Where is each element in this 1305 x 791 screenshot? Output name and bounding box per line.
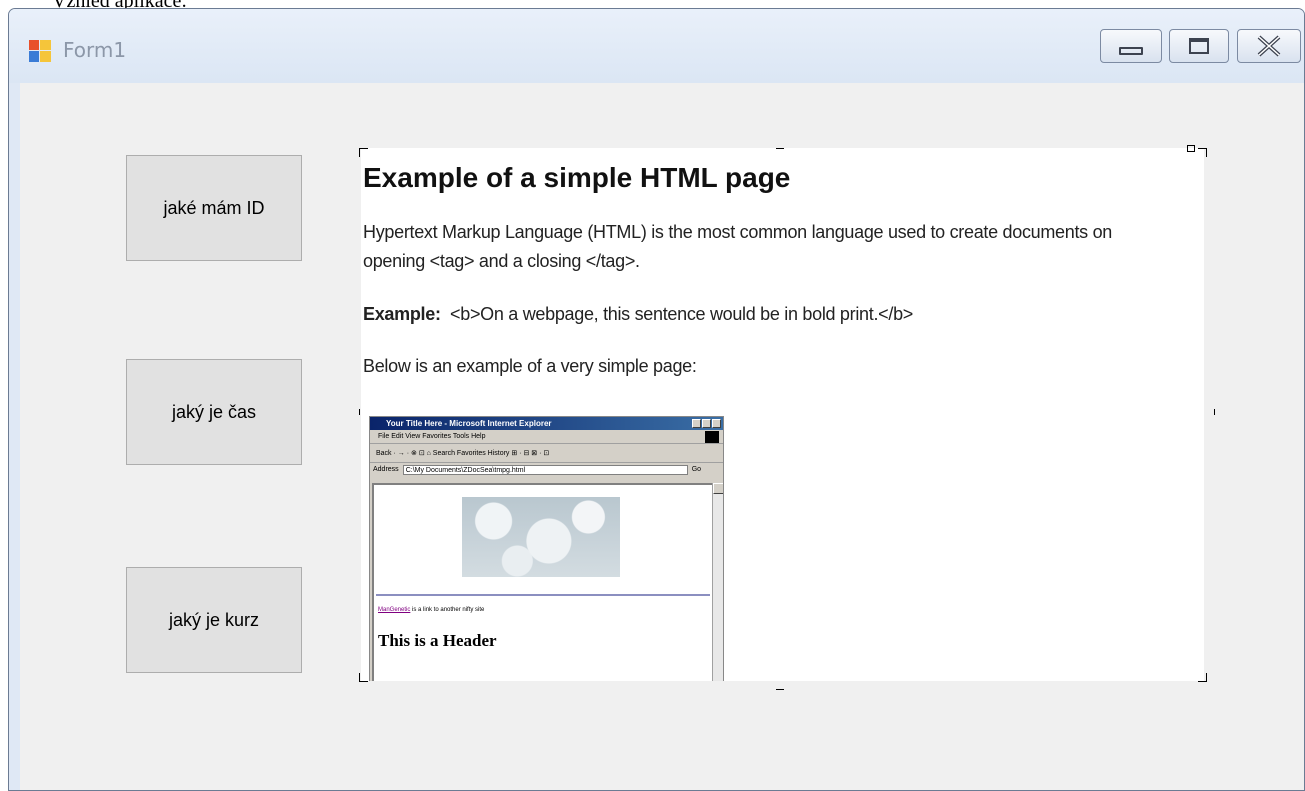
picture-paragraph-line1: Hypertext Markup Language (HTML) is the … [363, 222, 1112, 242]
example-text: <b>On a webpage, this sentence would be … [450, 304, 913, 324]
title-bar[interactable]: Form1 [9, 9, 1304, 83]
id-button[interactable]: jaké mám ID [126, 155, 302, 261]
selection-handle-top[interactable] [776, 148, 784, 157]
ie-address-label: Address [373, 466, 399, 473]
picture-example-line: Example: <b>On a webpage, this sentence … [363, 304, 913, 325]
ie-menu-text: File Edit View Favorites Tools Help [378, 433, 486, 440]
selection-handle-bottom-left[interactable] [359, 673, 368, 682]
ie-scroll-up-arrow-icon [713, 483, 723, 494]
ie-toolbar: Back · → · ⊗ ⊡ ⌂ Search Favorites Histor… [370, 444, 723, 463]
ie-scrollbar [712, 483, 723, 681]
clouds-image [462, 497, 620, 577]
close-button[interactable] [1237, 29, 1301, 63]
rate-button[interactable]: jaký je kurz [126, 567, 302, 673]
picture-box[interactable]: Example of a simple HTML page Hypertext … [361, 148, 1204, 681]
selection-handle-bottom[interactable] [776, 681, 784, 690]
windows-form-icon [29, 40, 51, 62]
ie-title-bar: Your Title Here - Microsoft Internet Exp… [370, 417, 723, 430]
minimize-button[interactable] [1100, 29, 1162, 63]
picture-heading: Example of a simple HTML page [363, 162, 791, 193]
ie-link-line: ManGenetic is a link to another nifty si… [378, 607, 484, 613]
picture-paragraph-line2: opening <tag> and a closing </tag>. [363, 251, 640, 271]
selection-handle-bottom-right[interactable] [1198, 673, 1207, 682]
ie-screenshot: Your Title Here - Microsoft Internet Exp… [369, 416, 724, 681]
ie-logo-icon [705, 431, 719, 443]
selection-handle-right[interactable] [1206, 409, 1215, 415]
selection-handle-left[interactable] [359, 409, 368, 415]
selection-handle-top-right[interactable] [1198, 148, 1207, 157]
ie-title: Your Title Here - Microsoft Internet Exp… [386, 419, 552, 428]
smart-tag-icon[interactable] [1187, 145, 1195, 152]
minimize-icon [1119, 47, 1143, 55]
form-window: Form1 jaké mám ID jaký je čas jaký je ku… [8, 8, 1305, 791]
close-icon [1257, 35, 1281, 57]
form-client-area: jaké mám ID jaký je čas jaký je kurz Exa… [20, 83, 1304, 790]
ie-horizontal-rule [376, 594, 710, 596]
example-label: Example: [363, 304, 441, 324]
selection-handle-top-left[interactable] [359, 148, 368, 157]
ie-link-suffix: is a link to another nifty site [410, 607, 485, 613]
ie-go-label: Go [691, 466, 702, 473]
ie-address-bar: Address C:\My Documents\ZDocSea\tmpg.htm… [370, 463, 723, 477]
ie-menu-bar: File Edit View Favorites Tools Help [370, 430, 723, 444]
ie-header: This is a Header [378, 631, 497, 650]
picture-below-text: Below is an example of a very simple pag… [363, 356, 697, 376]
ie-address-field: C:\My Documents\ZDocSea\tmpg.html [402, 465, 688, 475]
ie-link: ManGenetic [378, 607, 411, 613]
maximize-icon [1189, 38, 1209, 54]
ie-window-buttons [692, 419, 721, 428]
time-button[interactable]: jaký je čas [126, 359, 302, 465]
ie-content: ManGenetic is a link to another nifty si… [372, 483, 712, 681]
window-title: Form1 [63, 38, 127, 62]
maximize-button[interactable] [1169, 29, 1229, 63]
